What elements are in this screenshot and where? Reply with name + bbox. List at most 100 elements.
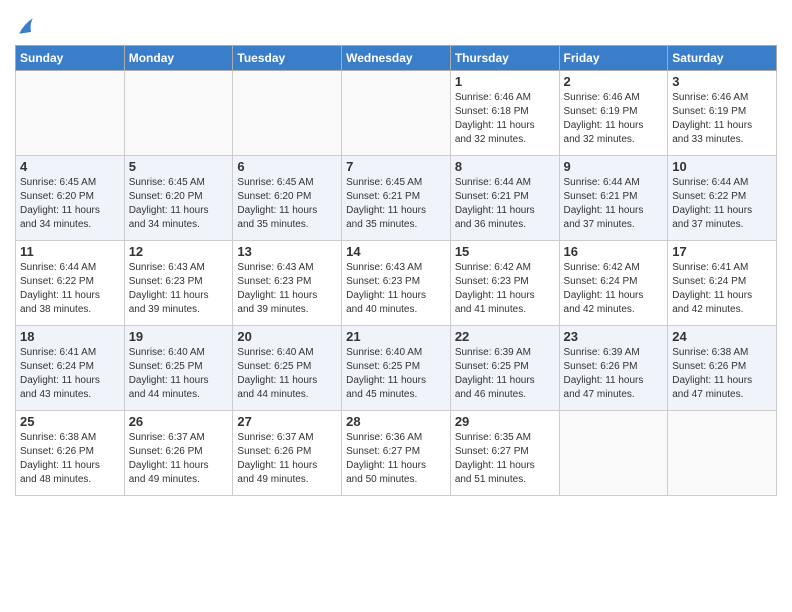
day-info: Sunrise: 6:40 AM Sunset: 6:25 PM Dayligh… bbox=[237, 346, 337, 402]
day-number: 8 bbox=[455, 159, 555, 174]
calendar-cell: 15 Sunrise: 6:42 AM Sunset: 6:23 PM Dayli… bbox=[450, 241, 559, 326]
calendar-cell: 19 Sunrise: 6:40 AM Sunset: 6:25 PM Dayli… bbox=[124, 326, 233, 411]
calendar-cell: 20 Sunrise: 6:40 AM Sunset: 6:25 PM Dayli… bbox=[233, 326, 342, 411]
day-info: Sunrise: 6:44 AM Sunset: 6:21 PM Dayligh… bbox=[455, 176, 555, 232]
day-number: 29 bbox=[455, 414, 555, 429]
calendar-cell: 14 Sunrise: 6:43 AM Sunset: 6:23 PM Dayli… bbox=[342, 241, 451, 326]
calendar-cell: 1 Sunrise: 6:46 AM Sunset: 6:18 PM Daylig… bbox=[450, 71, 559, 156]
calendar-cell: 10Sunrise: 6:44 AM Sunset: 6:22 PM Dayli… bbox=[668, 156, 777, 241]
calendar-week-row: 18 Sunrise: 6:41 AM Sunset: 6:24 PM Dayli… bbox=[16, 326, 777, 411]
day-info: Sunrise: 6:39 AM Sunset: 6:25 PM Dayligh… bbox=[455, 346, 555, 402]
day-info: Sunrise: 6:44 AM Sunset: 6:22 PM Dayligh… bbox=[672, 176, 772, 232]
calendar-week-row: 4 Sunrise: 6:45 AM Sunset: 6:20 PM Daylig… bbox=[16, 156, 777, 241]
day-number: 27 bbox=[237, 414, 337, 429]
calendar-cell: 11 Sunrise: 6:44 AM Sunset: 6:22 PM Dayli… bbox=[16, 241, 125, 326]
logo-bird-icon bbox=[17, 15, 35, 37]
calendar-cell bbox=[559, 411, 668, 496]
calendar-cell bbox=[342, 71, 451, 156]
calendar-cell: 27 Sunrise: 6:37 AM Sunset: 6:26 PM Dayli… bbox=[233, 411, 342, 496]
calendar-cell: 3 Sunrise: 6:46 AM Sunset: 6:19 PM Daylig… bbox=[668, 71, 777, 156]
day-number: 5 bbox=[129, 159, 229, 174]
calendar-week-row: 25Sunrise: 6:38 AM Sunset: 6:26 PM Dayli… bbox=[16, 411, 777, 496]
calendar-header-wednesday: Wednesday bbox=[342, 46, 451, 71]
day-number: 13 bbox=[237, 244, 337, 259]
day-number: 19 bbox=[129, 329, 229, 344]
calendar-header-friday: Friday bbox=[559, 46, 668, 71]
calendar-table: SundayMondayTuesdayWednesdayThursdayFrid… bbox=[15, 45, 777, 496]
day-number: 22 bbox=[455, 329, 555, 344]
calendar-header-monday: Monday bbox=[124, 46, 233, 71]
day-info: Sunrise: 6:43 AM Sunset: 6:23 PM Dayligh… bbox=[346, 261, 446, 317]
calendar-cell: 4Sunrise: 6:45 AM Sunset: 6:20 PM Daylig… bbox=[16, 156, 125, 241]
day-number: 7 bbox=[346, 159, 446, 174]
day-info: Sunrise: 6:41 AM Sunset: 6:24 PM Dayligh… bbox=[672, 261, 772, 317]
day-info: Sunrise: 6:46 AM Sunset: 6:19 PM Dayligh… bbox=[564, 91, 664, 147]
day-number: 1 bbox=[455, 74, 555, 89]
calendar-cell bbox=[233, 71, 342, 156]
day-info: Sunrise: 6:46 AM Sunset: 6:19 PM Dayligh… bbox=[672, 91, 772, 147]
day-info: Sunrise: 6:42 AM Sunset: 6:23 PM Dayligh… bbox=[455, 261, 555, 317]
day-info: Sunrise: 6:40 AM Sunset: 6:25 PM Dayligh… bbox=[129, 346, 229, 402]
day-info: Sunrise: 6:41 AM Sunset: 6:24 PM Dayligh… bbox=[20, 346, 120, 402]
day-number: 16 bbox=[564, 244, 664, 259]
calendar-cell: 21 Sunrise: 6:40 AM Sunset: 6:25 PM Dayli… bbox=[342, 326, 451, 411]
calendar-header-row: SundayMondayTuesdayWednesdayThursdayFrid… bbox=[16, 46, 777, 71]
calendar-cell: 25Sunrise: 6:38 AM Sunset: 6:26 PM Dayli… bbox=[16, 411, 125, 496]
calendar-cell: 6Sunrise: 6:45 AM Sunset: 6:20 PM Daylig… bbox=[233, 156, 342, 241]
day-number: 26 bbox=[129, 414, 229, 429]
calendar-header-tuesday: Tuesday bbox=[233, 46, 342, 71]
day-number: 21 bbox=[346, 329, 446, 344]
page: SundayMondayTuesdayWednesdayThursdayFrid… bbox=[0, 0, 792, 612]
calendar-cell: 26 Sunrise: 6:37 AM Sunset: 6:26 PM Dayli… bbox=[124, 411, 233, 496]
calendar-cell: 17 Sunrise: 6:41 AM Sunset: 6:24 PM Dayli… bbox=[668, 241, 777, 326]
logo bbox=[15, 15, 35, 37]
day-number: 14 bbox=[346, 244, 446, 259]
calendar-header-saturday: Saturday bbox=[668, 46, 777, 71]
day-number: 11 bbox=[20, 244, 120, 259]
calendar-cell: 8 Sunrise: 6:44 AM Sunset: 6:21 PM Daylig… bbox=[450, 156, 559, 241]
calendar-cell: 24 Sunrise: 6:38 AM Sunset: 6:26 PM Dayli… bbox=[668, 326, 777, 411]
day-number: 20 bbox=[237, 329, 337, 344]
day-number: 12 bbox=[129, 244, 229, 259]
day-info: Sunrise: 6:45 AM Sunset: 6:21 PM Dayligh… bbox=[346, 176, 446, 232]
day-info: Sunrise: 6:35 AM Sunset: 6:27 PM Dayligh… bbox=[455, 431, 555, 487]
day-number: 24 bbox=[672, 329, 772, 344]
day-number: 9 bbox=[564, 159, 664, 174]
calendar-week-row: 11 Sunrise: 6:44 AM Sunset: 6:22 PM Dayli… bbox=[16, 241, 777, 326]
calendar-cell: 28 Sunrise: 6:36 AM Sunset: 6:27 PM Dayli… bbox=[342, 411, 451, 496]
calendar-cell bbox=[16, 71, 125, 156]
day-number: 28 bbox=[346, 414, 446, 429]
day-info: Sunrise: 6:44 AM Sunset: 6:21 PM Dayligh… bbox=[564, 176, 664, 232]
calendar-cell: 12Sunrise: 6:43 AM Sunset: 6:23 PM Dayli… bbox=[124, 241, 233, 326]
day-number: 23 bbox=[564, 329, 664, 344]
calendar-cell: 23 Sunrise: 6:39 AM Sunset: 6:26 PM Dayli… bbox=[559, 326, 668, 411]
day-number: 3 bbox=[672, 74, 772, 89]
day-info: Sunrise: 6:45 AM Sunset: 6:20 PM Dayligh… bbox=[237, 176, 337, 232]
day-info: Sunrise: 6:38 AM Sunset: 6:26 PM Dayligh… bbox=[672, 346, 772, 402]
day-info: Sunrise: 6:39 AM Sunset: 6:26 PM Dayligh… bbox=[564, 346, 664, 402]
calendar-cell bbox=[668, 411, 777, 496]
day-info: Sunrise: 6:37 AM Sunset: 6:26 PM Dayligh… bbox=[237, 431, 337, 487]
calendar-cell: 9 Sunrise: 6:44 AM Sunset: 6:21 PM Daylig… bbox=[559, 156, 668, 241]
day-info: Sunrise: 6:45 AM Sunset: 6:20 PM Dayligh… bbox=[129, 176, 229, 232]
day-number: 17 bbox=[672, 244, 772, 259]
day-number: 15 bbox=[455, 244, 555, 259]
calendar-week-row: 1 Sunrise: 6:46 AM Sunset: 6:18 PM Daylig… bbox=[16, 71, 777, 156]
day-info: Sunrise: 6:37 AM Sunset: 6:26 PM Dayligh… bbox=[129, 431, 229, 487]
calendar-header-sunday: Sunday bbox=[16, 46, 125, 71]
day-info: Sunrise: 6:46 AM Sunset: 6:18 PM Dayligh… bbox=[455, 91, 555, 147]
calendar-cell: 18 Sunrise: 6:41 AM Sunset: 6:24 PM Dayli… bbox=[16, 326, 125, 411]
day-info: Sunrise: 6:44 AM Sunset: 6:22 PM Dayligh… bbox=[20, 261, 120, 317]
calendar-cell: 7 Sunrise: 6:45 AM Sunset: 6:21 PM Daylig… bbox=[342, 156, 451, 241]
day-number: 25 bbox=[20, 414, 120, 429]
calendar-cell: 2 Sunrise: 6:46 AM Sunset: 6:19 PM Daylig… bbox=[559, 71, 668, 156]
day-info: Sunrise: 6:42 AM Sunset: 6:24 PM Dayligh… bbox=[564, 261, 664, 317]
calendar-header-thursday: Thursday bbox=[450, 46, 559, 71]
day-number: 4 bbox=[20, 159, 120, 174]
day-info: Sunrise: 6:40 AM Sunset: 6:25 PM Dayligh… bbox=[346, 346, 446, 402]
day-number: 18 bbox=[20, 329, 120, 344]
day-number: 2 bbox=[564, 74, 664, 89]
day-info: Sunrise: 6:43 AM Sunset: 6:23 PM Dayligh… bbox=[237, 261, 337, 317]
day-info: Sunrise: 6:36 AM Sunset: 6:27 PM Dayligh… bbox=[346, 431, 446, 487]
calendar-cell: 13 Sunrise: 6:43 AM Sunset: 6:23 PM Dayli… bbox=[233, 241, 342, 326]
